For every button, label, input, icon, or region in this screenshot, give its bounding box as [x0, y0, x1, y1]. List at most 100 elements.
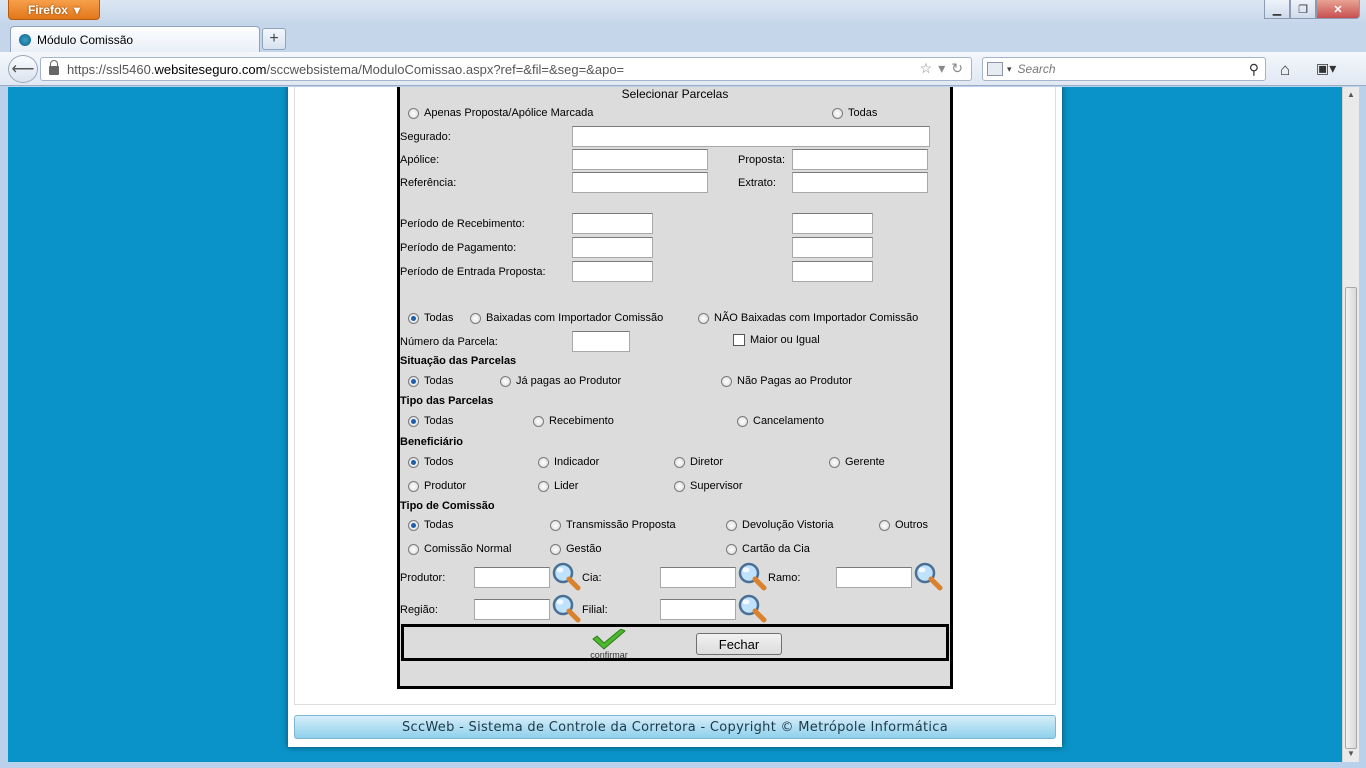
radio-supervisor[interactable]: Supervisor [674, 480, 743, 492]
radio-situacao-todas[interactable]: Todas [408, 375, 453, 387]
produtor-input[interactable] [474, 567, 550, 588]
periodo-pagamento-inicio-input[interactable] [572, 237, 653, 258]
reload-icon[interactable]: ↻ [951, 60, 963, 77]
radio-baixadas-importador[interactable]: Baixadas com Importador Comissão [470, 312, 663, 324]
radio-circle[interactable] [726, 519, 737, 531]
radio-gerente[interactable]: Gerente [829, 456, 885, 468]
radio-devolucao-vistoria[interactable]: Devolução Vistoria [726, 519, 834, 531]
radio-nao-baixadas-importador[interactable]: NÃO Baixadas com Importador Comissão [698, 312, 918, 324]
bookmark-star-icon[interactable]: ☆ [920, 60, 933, 77]
history-dropdown-icon[interactable]: ▾ [938, 60, 945, 77]
search-icon[interactable]: ⚲ [1249, 61, 1259, 78]
checkbox-box[interactable] [733, 334, 745, 346]
scrollbar-thumb[interactable] [1345, 287, 1357, 749]
cia-search-icon[interactable] [736, 561, 768, 591]
vertical-scrollbar[interactable]: ▲ ▼ [1342, 87, 1359, 762]
radio-circle[interactable] [408, 480, 419, 492]
new-tab-button[interactable]: + [262, 28, 286, 50]
scroll-down-arrow-icon[interactable]: ▼ [1346, 749, 1356, 759]
radio-outros[interactable]: Outros [879, 519, 928, 531]
radio-circle[interactable] [721, 375, 732, 387]
scroll-up-arrow-icon[interactable]: ▲ [1346, 90, 1356, 100]
radio-lider[interactable]: Lider [538, 480, 578, 492]
radio-circle[interactable] [726, 543, 737, 555]
segurado-input[interactable] [572, 126, 930, 147]
radio-circle[interactable] [408, 543, 419, 555]
maior-igual-checkbox[interactable]: Maior ou Igual [733, 334, 820, 346]
radio-comissao-normal[interactable]: Comissão Normal [408, 543, 511, 555]
firefox-menu-button[interactable]: Firefox ▾ [8, 0, 100, 20]
radio-circle[interactable] [737, 415, 748, 427]
radio-circle[interactable] [470, 312, 481, 324]
confirm-button[interactable]: confirmar [582, 629, 636, 661]
radio-circle[interactable] [674, 480, 685, 492]
radio-tipo-comissao-todas[interactable]: Todas [408, 519, 453, 531]
radio-scope-todas[interactable]: Todas [832, 107, 877, 119]
radio-cancelamento[interactable]: Cancelamento [737, 415, 824, 427]
referencia-input[interactable] [572, 172, 708, 193]
radio-circle[interactable] [538, 480, 549, 492]
minimize-button[interactable]: ▁ [1264, 0, 1290, 19]
regiao-search-icon[interactable] [550, 593, 582, 623]
periodo-entrada-inicio-input[interactable] [572, 261, 653, 282]
radio-circle[interactable] [698, 312, 709, 324]
ramo-search-icon[interactable] [912, 561, 944, 591]
search-engine-dropdown-icon[interactable]: ▾ [1007, 64, 1012, 75]
radio-recebimento[interactable]: Recebimento [533, 415, 614, 427]
radio-label: Não Pagas ao Produtor [737, 375, 852, 387]
periodo-recebimento-fim-input[interactable] [792, 213, 873, 234]
radio-circle[interactable] [550, 519, 561, 531]
back-button[interactable]: ⟵ [8, 55, 38, 83]
radio-circle[interactable] [538, 456, 549, 468]
radio-cartao-cia[interactable]: Cartão da Cia [726, 543, 810, 555]
periodo-recebimento-inicio-input[interactable] [572, 213, 653, 234]
tab-modulo-comissao[interactable]: Módulo Comissão [10, 26, 260, 52]
radio-circle[interactable] [408, 107, 419, 119]
radio-gestao[interactable]: Gestão [550, 543, 601, 555]
periodo-pagamento-fim-input[interactable] [792, 237, 873, 258]
radio-baixa-todas[interactable]: Todas [408, 312, 453, 324]
radio-produtor[interactable]: Produtor [408, 480, 466, 492]
url-bar[interactable]: https://ssl5460. websiteseguro.com/sccweb… [40, 57, 972, 81]
radio-circle[interactable] [879, 519, 890, 531]
radio-apenas-marcada[interactable]: Apenas Proposta/Apólice Marcada [408, 107, 593, 119]
maximize-button[interactable]: ❐ [1290, 0, 1316, 19]
close-window-button[interactable]: ✕ [1316, 0, 1360, 19]
radio-circle[interactable] [500, 375, 511, 387]
extrato-input[interactable] [792, 172, 928, 193]
numero-parcela-input[interactable] [572, 331, 630, 352]
fechar-button[interactable]: Fechar [696, 633, 782, 655]
radio-circle[interactable] [533, 415, 544, 427]
apolice-input[interactable] [572, 149, 708, 170]
produtor-search-icon[interactable] [550, 561, 582, 591]
regiao-input[interactable] [474, 599, 550, 620]
radio-nao-pagas[interactable]: Não Pagas ao Produtor [721, 375, 852, 387]
radio-circle[interactable] [408, 456, 419, 468]
radio-beneficiario-todos[interactable]: Todos [408, 456, 453, 468]
radio-circle[interactable] [408, 519, 419, 531]
search-engine-icon[interactable] [987, 62, 1003, 76]
radio-diretor[interactable]: Diretor [674, 456, 723, 468]
radio-circle[interactable] [408, 375, 419, 387]
home-icon[interactable]: ⌂ [1280, 60, 1290, 80]
periodo-entrada-fim-input[interactable] [792, 261, 873, 282]
radio-ja-pagas[interactable]: Já pagas ao Produtor [500, 375, 621, 387]
search-bar[interactable]: ▾ Search ⚲ [982, 57, 1266, 81]
radio-circle[interactable] [408, 415, 419, 427]
proposta-input[interactable] [792, 149, 928, 170]
bookmarks-menu-icon[interactable]: ▣▾ [1316, 60, 1346, 78]
radio-circle[interactable] [832, 107, 843, 119]
radio-tipo-parcelas-todas[interactable]: Todas [408, 415, 453, 427]
cia-input[interactable] [660, 567, 736, 588]
filial-search-icon[interactable] [736, 593, 768, 623]
radio-circle[interactable] [829, 456, 840, 468]
radio-transmissao-proposta[interactable]: Transmissão Proposta [550, 519, 676, 531]
radio-circle[interactable] [674, 456, 685, 468]
radio-indicador[interactable]: Indicador [538, 456, 599, 468]
navigation-toolbar: ⟵ https://ssl5460. websiteseguro.com/sccw… [0, 52, 1366, 86]
radio-circle[interactable] [550, 543, 561, 555]
radio-circle[interactable] [408, 312, 419, 324]
filial-input[interactable] [660, 599, 736, 620]
ramo-input[interactable] [836, 567, 912, 588]
produtor-label: Produtor: [400, 572, 446, 584]
